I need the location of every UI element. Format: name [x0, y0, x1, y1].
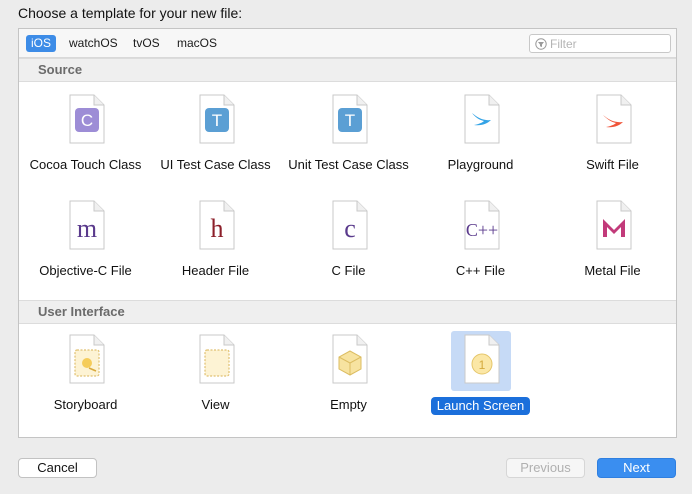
template-label: Cocoa Touch Class [29, 157, 142, 172]
template-label: Header File [181, 263, 250, 278]
template-storyboard[interactable]: Storyboard [19, 331, 152, 413]
template-label: Swift File [586, 157, 639, 172]
filter-icon [535, 38, 547, 50]
cancel-button[interactable]: Cancel [18, 458, 97, 478]
template-label: Empty [330, 397, 367, 412]
template-swift-file[interactable]: Swift File [546, 91, 679, 173]
svg-text:C++: C++ [465, 220, 497, 240]
template-label: Playground [447, 157, 514, 172]
header-file-icon: h [186, 197, 246, 257]
template-label: Objective-C File [39, 263, 132, 278]
metal-file-icon [583, 197, 643, 257]
template-label: C++ File [455, 263, 506, 278]
template-empty[interactable]: Empty [282, 331, 415, 413]
template-launch-screen[interactable]: 1 Launch Screen [414, 331, 547, 415]
filter-input[interactable] [550, 36, 665, 51]
cocoa-touch-class-icon: C [56, 91, 116, 151]
storyboard-icon [56, 331, 116, 391]
filter-field[interactable] [529, 34, 671, 53]
tab-tvos[interactable]: tvOS [128, 35, 165, 52]
template-playground[interactable]: Playground [414, 91, 547, 173]
template-label: C File [331, 263, 366, 278]
platform-tab-bar: iOS watchOS tvOS macOS [19, 29, 676, 58]
launch-screen-icon: 1 [450, 331, 511, 391]
tab-macos[interactable]: macOS [172, 35, 222, 52]
svg-text:m: m [76, 214, 96, 243]
tab-watchos[interactable]: watchOS [64, 35, 123, 52]
template-label: Unit Test Case Class [288, 157, 409, 172]
unit-test-case-class-icon: T [319, 91, 379, 151]
template-ui-test-case-class[interactable]: T UI Test Case Class [149, 91, 282, 173]
c-file-icon: c [319, 197, 379, 257]
svg-text:h: h [210, 214, 223, 243]
empty-file-icon [319, 331, 379, 391]
view-file-icon [186, 331, 246, 391]
template-panel: iOS watchOS tvOS macOS Source C Cocoa [18, 28, 677, 438]
svg-text:1: 1 [478, 358, 485, 372]
svg-text:c: c [344, 214, 356, 243]
template-cocoa-touch-class[interactable]: C Cocoa Touch Class [19, 91, 152, 173]
template-label: View [201, 397, 230, 412]
template-cpp-file[interactable]: C++ C++ File [414, 197, 547, 279]
objective-c-file-icon: m [56, 197, 116, 257]
ui-test-case-class-icon: T [186, 91, 246, 151]
tab-ios[interactable]: iOS [26, 35, 57, 52]
dialog-prompt: Choose a template for your new file: [18, 5, 243, 21]
swift-file-icon [583, 91, 643, 151]
svg-text:T: T [211, 111, 221, 130]
template-view[interactable]: View [149, 331, 282, 413]
section-header-user-interface: User Interface [19, 300, 676, 324]
template-label: UI Test Case Class [160, 157, 271, 172]
template-objective-c-file[interactable]: m Objective-C File [19, 197, 152, 279]
section-header-source: Source [19, 58, 676, 82]
template-header-file[interactable]: h Header File [149, 197, 282, 279]
cpp-file-icon: C++ [451, 197, 511, 257]
template-label: Metal File [584, 263, 641, 278]
template-metal-file[interactable]: Metal File [546, 197, 679, 279]
svg-text:T: T [344, 111, 354, 130]
previous-button[interactable]: Previous [506, 458, 585, 478]
template-unit-test-case-class[interactable]: T Unit Test Case Class [282, 91, 415, 173]
template-label: Launch Screen [430, 397, 531, 415]
template-label: Storyboard [53, 397, 118, 412]
playground-icon [451, 91, 511, 151]
next-button[interactable]: Next [597, 458, 676, 478]
svg-text:C: C [80, 111, 92, 130]
template-c-file[interactable]: c C File [282, 197, 415, 279]
